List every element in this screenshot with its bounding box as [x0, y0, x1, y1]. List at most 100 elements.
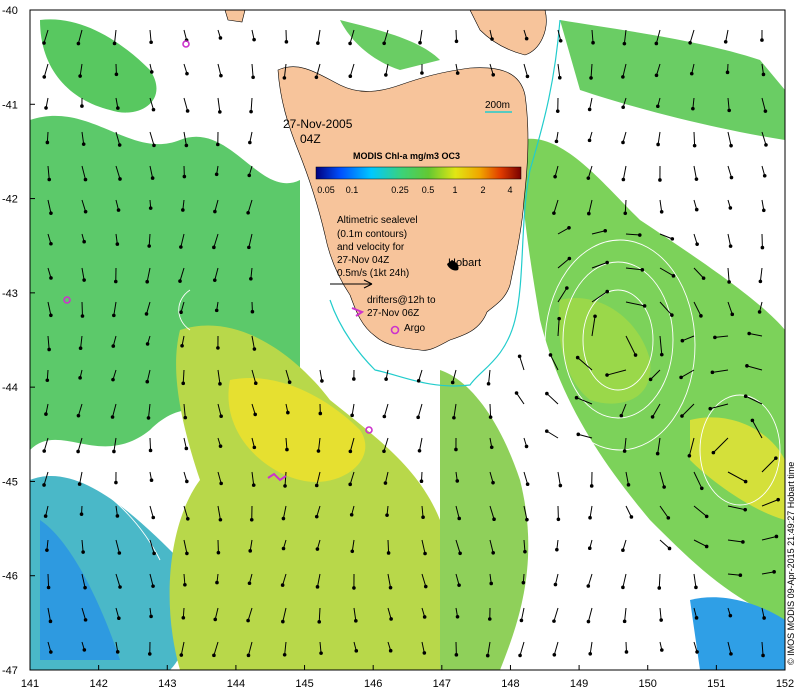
- velocity-arrow-head: [729, 652, 733, 656]
- velocity-arrow-head: [117, 616, 121, 621]
- velocity-arrow-head: [251, 483, 256, 487]
- velocity-arrow-head: [152, 551, 156, 556]
- velocity-arrow-head: [80, 104, 84, 108]
- note-line: (0.1m contours): [337, 229, 407, 240]
- velocity-arrow-head: [656, 104, 660, 109]
- velocity-arrow-head: [491, 550, 495, 555]
- velocity-arrow-head: [555, 547, 559, 552]
- velocity-arrow-head: [42, 41, 46, 45]
- velocity-arrow-head: [680, 338, 685, 343]
- velocity-arrow-head: [729, 143, 733, 148]
- velocity-arrow-head: [708, 406, 713, 411]
- velocity-arrow-head: [285, 447, 289, 452]
- velocity-arrow-head: [219, 481, 223, 486]
- velocity-arrow-head: [83, 177, 88, 182]
- velocity-arrow-head: [587, 546, 592, 550]
- velocity-arrow-head: [760, 245, 765, 250]
- velocity-arrow-head: [694, 207, 699, 212]
- velocity-arrow-head: [44, 106, 48, 110]
- velocity-arrow-head: [83, 209, 88, 214]
- velocity-arrow-head: [114, 480, 118, 485]
- velocity-arrow-head: [545, 391, 549, 396]
- velocity-arrow-head: [47, 347, 51, 352]
- velocity-arrow-head: [659, 618, 663, 622]
- velocity-arrow-head: [252, 445, 257, 450]
- velocity-arrow-head: [183, 582, 187, 587]
- velocity-arrow-head: [689, 71, 694, 76]
- velocity-arrow-head: [491, 480, 495, 485]
- x-tick-label: 141: [21, 678, 39, 690]
- velocity-arrow-head: [116, 208, 121, 212]
- velocity-arrow-head: [654, 41, 659, 46]
- velocity-arrow-head: [148, 206, 153, 210]
- velocity-arrow-head: [637, 233, 642, 237]
- velocity-arrow-head: [524, 36, 529, 41]
- velocity-arrow-head: [251, 75, 255, 80]
- velocity-arrow-head: [621, 585, 625, 590]
- velocity-arrow-head: [218, 110, 222, 114]
- velocity-arrow-head: [762, 173, 767, 178]
- velocity-arrow-head: [452, 415, 456, 420]
- velocity-arrow-head: [314, 75, 319, 80]
- colorbar-tick: 1: [452, 185, 457, 195]
- velocity-arrow-head: [249, 109, 253, 114]
- velocity-arrow-head: [587, 107, 592, 112]
- velocity-arrow-head: [655, 451, 660, 456]
- velocity-arrow-head: [253, 412, 258, 417]
- velocity-arrow-head: [593, 314, 597, 319]
- velocity-arrow-head: [747, 331, 751, 336]
- velocity-arrow-head: [79, 512, 84, 516]
- velocity-arrow-head: [654, 73, 659, 78]
- velocity-arrow-head: [670, 237, 675, 241]
- velocity-arrow-head: [76, 413, 81, 418]
- velocity-arrow-head: [149, 40, 153, 45]
- velocity-arrow-head: [185, 479, 189, 484]
- velocity-arrow-head: [558, 483, 563, 488]
- velocity-arrow-head: [488, 415, 493, 419]
- velocity-arrow-head: [760, 38, 764, 42]
- velocity-arrow-head: [489, 581, 494, 586]
- velocity-arrow-head: [695, 242, 699, 246]
- velocity-arrow-head: [557, 316, 561, 321]
- velocity-arrow-head: [42, 449, 47, 453]
- velocity-arrow-head: [728, 613, 733, 618]
- velocity-arrow-head: [350, 549, 355, 554]
- velocity-arrow-head: [44, 412, 48, 416]
- velocity-arrow-head: [115, 650, 120, 654]
- velocity-arrow-head: [648, 377, 653, 382]
- velocity-arrow-head: [114, 72, 119, 77]
- velocity-arrow-head: [281, 516, 286, 521]
- velocity-arrow-head: [454, 653, 459, 657]
- velocity-arrow-head: [179, 653, 184, 657]
- velocity-arrow-head: [110, 415, 115, 419]
- velocity-arrow-head: [524, 444, 529, 449]
- velocity-arrow-head: [49, 650, 53, 654]
- island-king: [224, 9, 246, 23]
- velocity-arrow-head: [246, 618, 250, 623]
- velocity-arrow-head: [83, 618, 88, 622]
- velocity-arrow-head: [658, 178, 662, 182]
- velocity-arrow-head: [144, 312, 149, 316]
- velocity-arrow-head: [112, 449, 116, 454]
- velocity-arrow-head: [619, 413, 624, 418]
- velocity-arrow-head: [219, 73, 223, 78]
- velocity-arrow-head: [743, 479, 748, 484]
- velocity-arrow-head: [621, 140, 625, 145]
- velocity-arrow-head: [384, 73, 388, 77]
- velocity-arrow: [387, 539, 390, 553]
- velocity-arrow-head: [521, 580, 526, 585]
- velocity-arrow-head: [423, 584, 428, 589]
- velocity-arrow-head: [145, 342, 150, 346]
- velocity-arrow-head: [666, 516, 671, 520]
- velocity-arrow-head: [152, 143, 156, 148]
- note-line: 0.5m/s (1kt 24h): [337, 268, 409, 279]
- velocity-arrow-head: [77, 482, 82, 486]
- velocity-arrow-head: [252, 37, 256, 42]
- velocity-arrow-head: [78, 74, 82, 78]
- colorbar-tick: 0.5: [422, 185, 435, 195]
- velocity-arrow-head: [118, 585, 122, 589]
- velocity-arrow-head: [694, 616, 699, 620]
- velocity-arrow-head: [621, 177, 626, 182]
- velocity-arrow-head: [605, 289, 610, 294]
- velocity-arrow-head: [454, 447, 458, 452]
